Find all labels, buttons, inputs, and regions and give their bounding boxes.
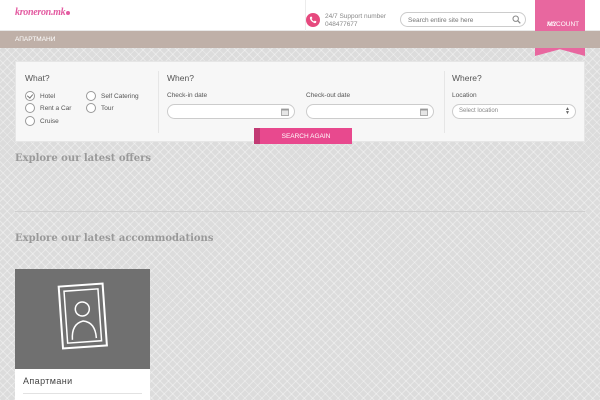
- option-tour[interactable]: Tour: [86, 103, 114, 113]
- option-self-catering[interactable]: Self Catering: [86, 91, 139, 101]
- breadcrumb-bar: АПАРТМАНИ: [0, 31, 600, 48]
- offers-heading: Explore our latest offers: [15, 153, 151, 164]
- account-line2: ACCOUNT: [547, 21, 580, 28]
- checkout-label: Check-out date: [306, 92, 351, 99]
- location-label: Location: [452, 92, 477, 99]
- option-cruise[interactable]: Cruise: [25, 116, 59, 126]
- option-label: Tour: [101, 104, 114, 112]
- location-value: Select location: [459, 108, 499, 114]
- checkout-field[interactable]: [306, 104, 434, 119]
- radio-icon[interactable]: [86, 103, 96, 113]
- option-hotel[interactable]: Hotel: [25, 91, 55, 101]
- section-divider: [158, 71, 159, 133]
- radio-icon[interactable]: [25, 116, 35, 126]
- breadcrumb[interactable]: АПАРТМАНИ: [15, 36, 55, 43]
- photo-placeholder-icon: [57, 282, 108, 350]
- option-rent-a-car[interactable]: Rent a Car: [25, 103, 71, 113]
- support-block: 24/7 Support number 048477677: [305, 0, 395, 31]
- accommodation-card[interactable]: Апартмани: [15, 269, 150, 400]
- logo-dot-icon: [66, 11, 71, 15]
- what-title: What?: [25, 73, 50, 83]
- option-label: Rent a Car: [40, 104, 72, 112]
- search-icon[interactable]: [512, 15, 521, 26]
- calendar-icon[interactable]: [281, 108, 289, 118]
- checkin-label: Check-in date: [167, 92, 208, 99]
- support-label: 24/7 Support number: [325, 13, 387, 20]
- search-panel: What? When? Where? Hotel Self Catering R…: [15, 61, 585, 144]
- radio-icon[interactable]: [25, 103, 35, 113]
- option-label: Cruise: [40, 117, 59, 125]
- phone-icon: [306, 13, 320, 27]
- option-label: Self Catering: [101, 92, 139, 100]
- support-text: 24/7 Support number 048477677: [325, 13, 386, 29]
- radio-checked-icon[interactable]: [25, 91, 35, 101]
- select-arrows-icon: ▲ ▼: [565, 106, 570, 116]
- logo-text: kroneron.mk: [15, 7, 66, 18]
- option-label: Hotel: [40, 92, 56, 100]
- where-title: Where?: [452, 73, 482, 83]
- radio-icon[interactable]: [86, 91, 96, 101]
- section-divider: [15, 211, 585, 212]
- site-logo[interactable]: kroneron.mk: [15, 7, 71, 18]
- calendar-icon[interactable]: [420, 108, 428, 118]
- section-divider: [444, 71, 445, 133]
- site-search: [400, 12, 526, 27]
- card-title[interactable]: Апартмани: [23, 376, 73, 386]
- accommodations-heading: Explore our latest accommodations: [15, 233, 214, 244]
- checkin-field[interactable]: [167, 104, 295, 119]
- when-title: When?: [167, 73, 194, 83]
- card-divider: [23, 393, 142, 394]
- location-select[interactable]: Select location ▲ ▼: [452, 104, 576, 119]
- search-input[interactable]: [408, 15, 508, 25]
- card-image[interactable]: [15, 269, 150, 369]
- search-again-button[interactable]: SEARCH AGAIN: [260, 128, 352, 144]
- support-number[interactable]: 048477677: [325, 21, 386, 29]
- site-header: kroneron.mk 24/7 Support number 04847767…: [0, 0, 600, 31]
